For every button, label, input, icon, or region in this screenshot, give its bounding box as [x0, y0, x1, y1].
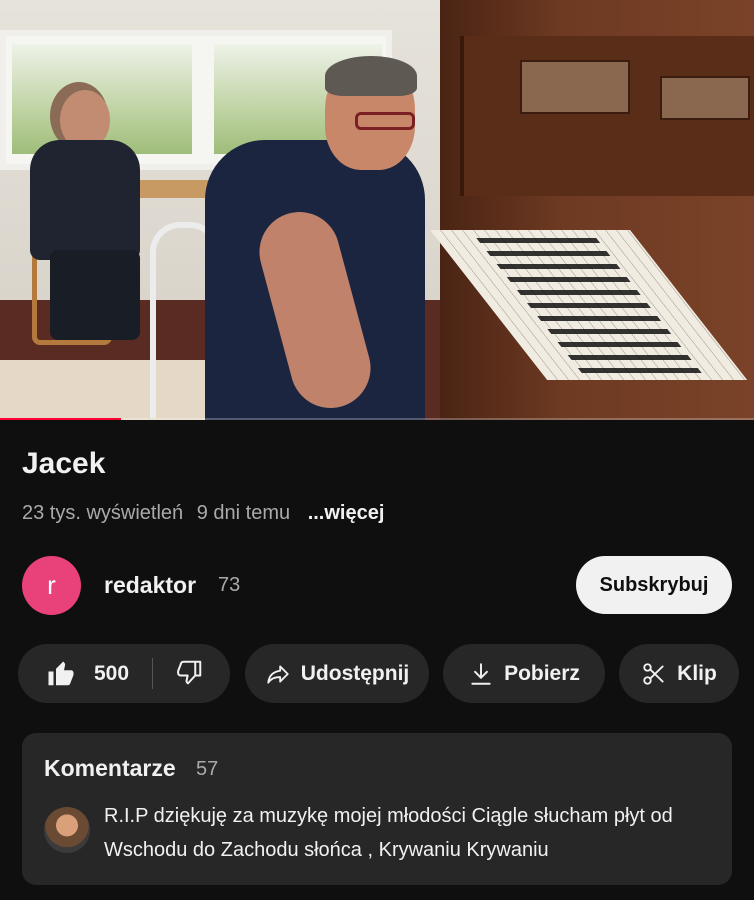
clip-button[interactable]: Klip	[619, 644, 739, 703]
thumbs-down-icon	[177, 660, 202, 685]
video-scene-woman	[30, 90, 140, 340]
like-button[interactable]: 500	[46, 659, 129, 689]
video-scene-piano	[430, 0, 754, 420]
top-comment-text: R.I.P dziękuję za muzykę mojej młodości …	[104, 805, 673, 861]
share-button[interactable]: Udostępnij	[245, 644, 429, 703]
video-progress-bar[interactable]	[0, 418, 754, 420]
channel-name[interactable]: redaktor	[104, 572, 196, 599]
video-player[interactable]	[0, 0, 754, 420]
commenter-avatar	[44, 807, 90, 853]
subscribe-button[interactable]: Subskrybuj	[576, 556, 732, 614]
video-metadata[interactable]: 23 tys. wyświetleń 9 dni temu ...więcej	[22, 500, 392, 526]
channel-avatar[interactable]: r	[22, 556, 81, 615]
channel-row[interactable]: r redaktor 73 Subskrybuj	[22, 556, 732, 615]
download-label: Pobierz	[504, 661, 580, 685]
video-scene-man	[205, 56, 465, 420]
thumbs-up-icon	[48, 661, 74, 685]
comments-count: 57	[196, 758, 219, 780]
like-divider	[152, 658, 153, 689]
like-count: 500	[94, 661, 130, 685]
share-label: Udostępnij	[300, 661, 410, 685]
video-progress-fill	[0, 418, 121, 420]
subscriber-count: 73	[218, 574, 241, 596]
view-count: 23 tys. wyświetleń	[22, 502, 184, 524]
dislike-button[interactable]	[174, 658, 204, 694]
share-arrow-icon	[267, 664, 289, 684]
like-dislike-group: 500	[18, 644, 230, 703]
download-button[interactable]: Pobierz	[443, 644, 605, 703]
comments-header: Komentarze	[44, 755, 176, 781]
video-title: Jacek	[22, 447, 106, 480]
upload-age: 9 dni temu	[196, 502, 291, 524]
scissors-icon	[643, 662, 664, 685]
comments-panel[interactable]: Komentarze 57 R.I.P dziękuję za muzykę m…	[22, 733, 732, 885]
clip-label: Klip	[677, 661, 717, 685]
more-button[interactable]: ...więcej	[308, 502, 385, 524]
download-icon	[471, 662, 491, 685]
